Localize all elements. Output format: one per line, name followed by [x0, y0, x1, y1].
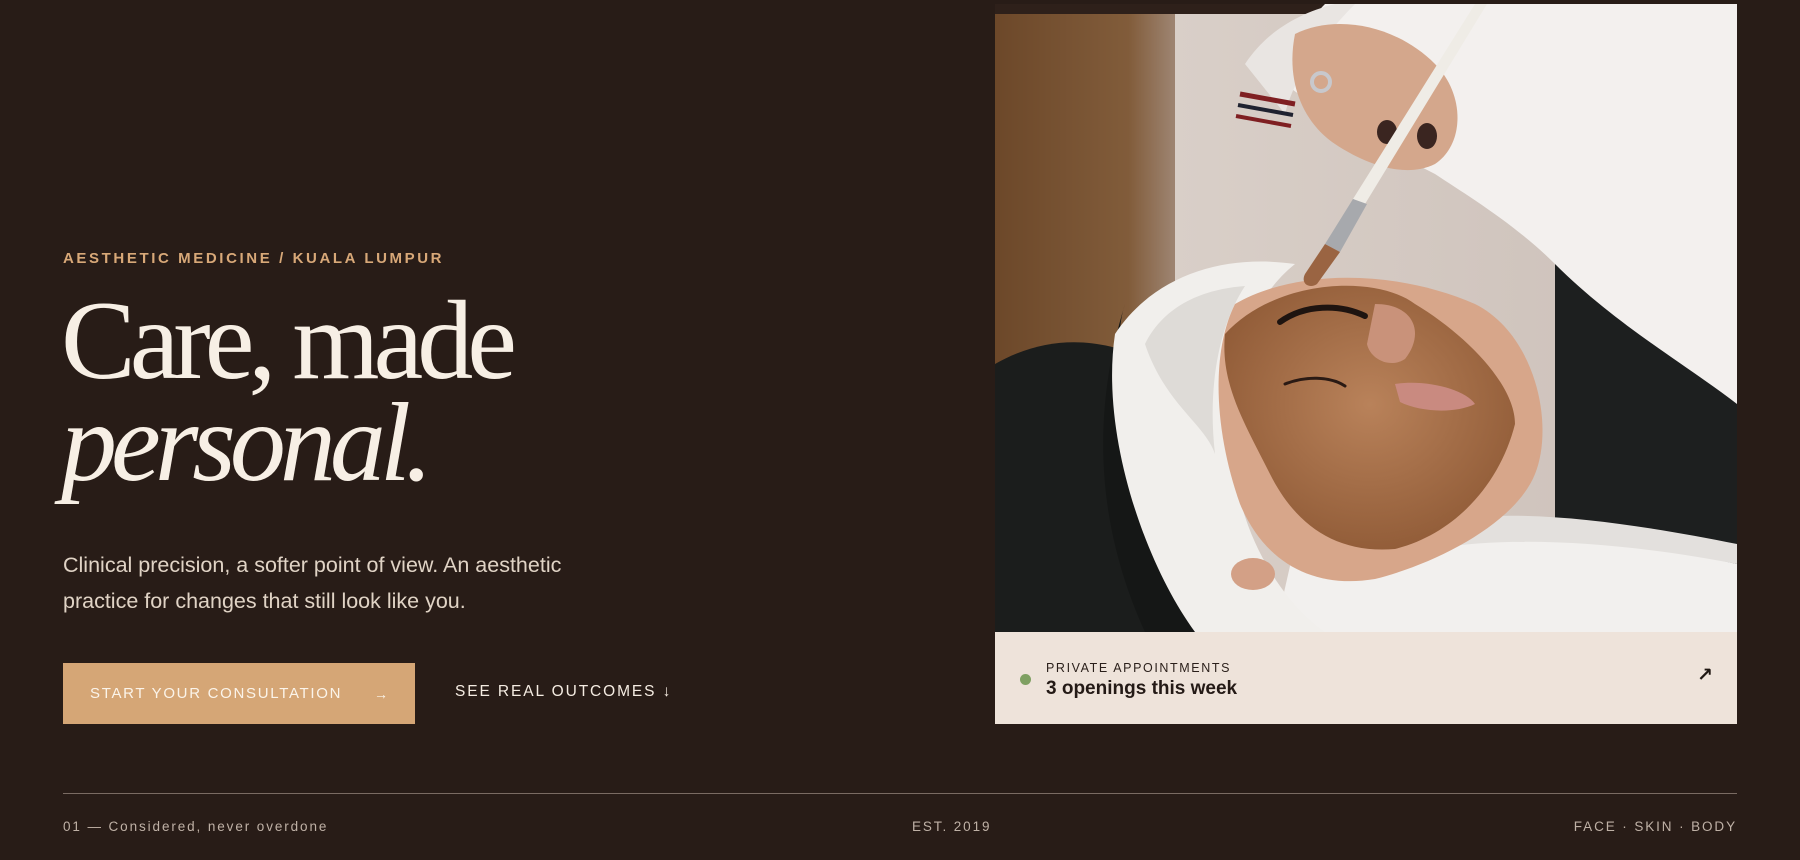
arrow-right-icon: → [374, 685, 388, 702]
headline-line-1: Care, made [61, 279, 517, 403]
availability-status-dot [1020, 674, 1031, 685]
appointments-card[interactable]: PRIVATE APPOINTMENTS 3 openings this wee… [995, 632, 1737, 724]
arrow-up-right-icon[interactable]: ↗ [1697, 664, 1713, 686]
footer-tagline: 01 — Considered, never overdone [63, 819, 329, 834]
facial-treatment-photo [995, 4, 1737, 632]
headline-line-2: personal. [61, 381, 433, 505]
start-consultation-label: START YOUR CONSULTATION [90, 685, 343, 702]
hero-headline: Care, made personal. [61, 279, 517, 505]
media-card: PRIVATE APPOINTMENTS 3 openings this wee… [995, 4, 1737, 724]
footer-established: EST. 2019 [912, 819, 992, 834]
see-outcomes-link[interactable]: SEE REAL OUTCOMES ↓ [455, 683, 672, 701]
footer-divider [63, 793, 1737, 794]
start-consultation-button[interactable]: START YOUR CONSULTATION → [63, 663, 415, 724]
appointments-label: PRIVATE APPOINTMENTS [1046, 661, 1232, 675]
footer-services: FACE · SKIN · BODY [1573, 819, 1737, 834]
photo-illustration [995, 4, 1737, 632]
hero-eyebrow: AESTHETIC MEDICINE / KUALA LUMPUR [63, 250, 445, 267]
hero-lede: Clinical precision, a softer point of vi… [63, 553, 562, 613]
appointments-count: 3 openings this week [1046, 678, 1238, 699]
